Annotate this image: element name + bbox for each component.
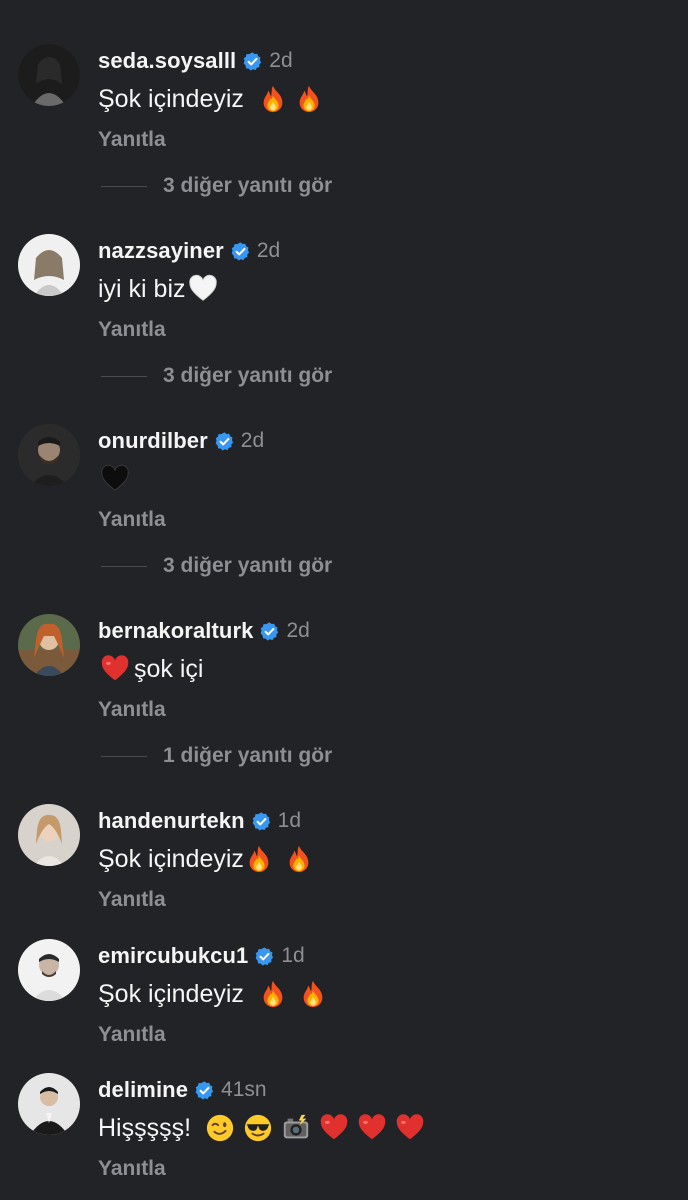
sunglasses-face-icon [243, 1113, 273, 1143]
fire-icon [258, 979, 288, 1009]
comment-header: nazzsayiner 2d [98, 236, 280, 266]
avatar[interactable] [18, 1073, 80, 1135]
comment-text: Şok içindeyiz [98, 842, 314, 876]
comment-text: Hişşşşş! [98, 1111, 425, 1145]
username[interactable]: bernakoralturk [98, 618, 253, 644]
username[interactable]: handenurtekn [98, 808, 245, 834]
timestamp: 2d [286, 619, 310, 642]
username[interactable]: nazzsayiner [98, 238, 224, 264]
view-replies-label: 3 diğer yanıtı gör [163, 554, 333, 577]
view-replies-button[interactable]: 3 diğer yanıtı gör [101, 174, 332, 198]
avatar[interactable] [18, 424, 80, 486]
white-heart-icon [188, 274, 218, 304]
view-replies-label: 3 diğer yanıtı gör [163, 174, 333, 197]
avatar[interactable] [18, 44, 80, 106]
reply-button[interactable]: Yanıtla [98, 1023, 166, 1047]
timestamp: 2d [256, 239, 281, 262]
reply-button[interactable]: Yanıtla [98, 1157, 166, 1181]
verified-badge-icon [214, 431, 235, 452]
comment-text: iyi ki biz [98, 272, 218, 306]
comment-header: seda.soysalll 2d [98, 46, 293, 76]
reply-button[interactable]: Yanıtla [98, 698, 166, 722]
comment-header: emircubukcu1 1d [98, 941, 305, 971]
divider-line [101, 185, 147, 187]
comment-text-content: Hişşşşş! [98, 1113, 192, 1142]
fire-icon [294, 84, 324, 114]
verified-badge-icon [194, 1080, 215, 1101]
comment-header: delimine 41sn [98, 1075, 267, 1105]
black-heart-icon [100, 464, 130, 494]
view-replies-button[interactable]: 1 diğer yanıtı gör [101, 744, 332, 768]
reply-button[interactable]: Yanıtla [98, 128, 166, 152]
divider-line [101, 565, 147, 567]
comment-header: bernakoralturk 2d [98, 616, 310, 646]
view-replies-button[interactable]: 3 diğer yanıtı gör [101, 554, 332, 578]
red-heart-icon [319, 1113, 349, 1143]
comment-text: Şok içindeyiz [98, 82, 324, 116]
view-replies-label: 3 diğer yanıtı gör [163, 364, 333, 387]
comment-header: onurdilber 2d [98, 426, 264, 456]
reply-button[interactable]: Yanıtla [98, 508, 166, 532]
timestamp: 41sn [221, 1078, 267, 1101]
fire-icon [258, 84, 288, 114]
verified-badge-icon [251, 811, 272, 832]
avatar[interactable] [18, 804, 80, 866]
avatar[interactable] [18, 614, 80, 676]
avatar[interactable] [18, 234, 80, 296]
view-replies-button[interactable]: 3 diğer yanıtı gör [101, 364, 332, 388]
timestamp: 2d [269, 49, 293, 72]
winking-face-icon [205, 1113, 235, 1143]
comment-text-content: Şok içindeyiz [98, 979, 244, 1008]
fire-icon [298, 979, 328, 1009]
fire-icon [244, 844, 274, 874]
reply-button[interactable]: Yanıtla [98, 888, 166, 912]
avatar[interactable] [18, 939, 80, 1001]
reply-button[interactable]: Yanıtla [98, 318, 166, 342]
timestamp: 2d [240, 429, 265, 452]
comment-text-content: Şok içindeyiz [98, 84, 244, 113]
camera-flash-icon [281, 1113, 311, 1143]
username[interactable]: seda.soysalll [98, 48, 236, 74]
fire-icon [284, 844, 314, 874]
comment-text: şok içi [98, 652, 203, 686]
verified-badge-icon [254, 946, 275, 967]
comment-text-content: Şok içindeyiz [98, 844, 244, 873]
red-heart-icon [395, 1113, 425, 1143]
verified-badge-icon [230, 241, 251, 262]
comment-text-content: iyi ki biz [98, 274, 186, 303]
comments-feed: seda.soysalll 2d Şok içindeyiz Yanıtla 3… [0, 0, 688, 1200]
view-replies-label: 1 diğer yanıtı gör [163, 744, 333, 767]
comment-header: handenurtekn 1d [98, 806, 301, 836]
divider-line [101, 755, 147, 757]
comment-text: Şok içindeyiz [98, 977, 328, 1011]
red-heart-icon [357, 1113, 387, 1143]
timestamp: 1d [281, 944, 305, 967]
red-heart-icon [100, 654, 130, 684]
verified-badge-icon [242, 51, 263, 72]
comment-text-content: şok içi [134, 654, 204, 683]
username[interactable]: delimine [98, 1077, 188, 1103]
verified-badge-icon [259, 621, 280, 642]
username[interactable]: emircubukcu1 [98, 943, 248, 969]
timestamp: 1d [277, 809, 302, 832]
username[interactable]: onurdilber [98, 428, 208, 454]
divider-line [101, 375, 147, 377]
comment-text [98, 462, 130, 496]
